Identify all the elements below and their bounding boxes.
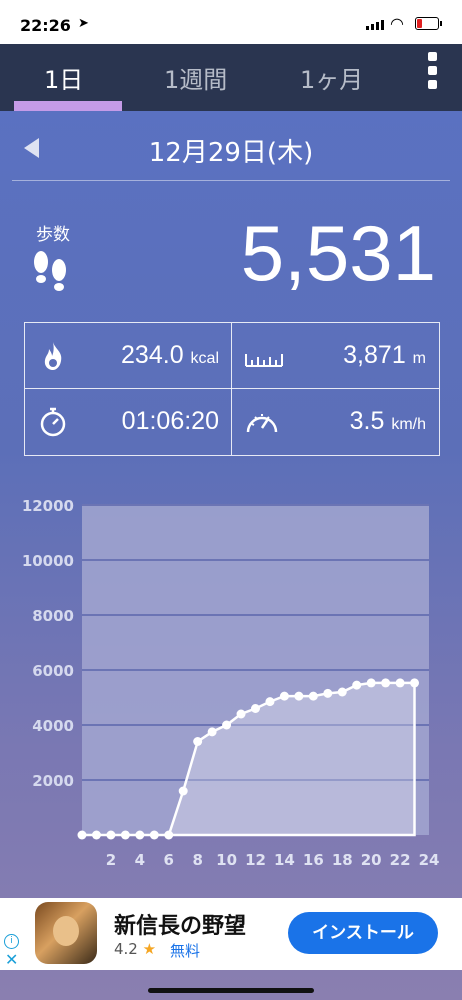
chart-data-point [135, 830, 145, 840]
flame-icon [44, 342, 62, 370]
distance-cell: 3,871 m [232, 323, 438, 388]
x-tick-label: 24 [419, 851, 440, 869]
x-tick-label: 14 [274, 851, 295, 869]
chart-data-point [77, 830, 87, 840]
y-tick-label: 10000 [22, 552, 74, 570]
ad-banner[interactable]: i ✕ 新信長の野望 4.2 ★ 無料 インストール [0, 898, 462, 970]
divider [12, 180, 450, 181]
x-tick-label: 12 [245, 851, 266, 869]
distance-unit: m [412, 350, 426, 367]
chart-data-point [265, 697, 275, 707]
chart-data-point [308, 691, 318, 701]
x-tick-label: 16 [303, 851, 324, 869]
chart-data-point [251, 704, 260, 713]
x-tick-label: 8 [192, 851, 202, 869]
active-tab-indicator [14, 101, 122, 111]
duration-cell: 01:06:20 [25, 389, 231, 454]
ad-close-icon[interactable]: ✕ [5, 950, 18, 969]
chart-data-point [207, 727, 217, 737]
chart-data-point [323, 688, 333, 698]
calories-cell: 234.0 kcal [25, 323, 231, 388]
tab-day[interactable]: 1日 [44, 60, 83, 95]
speed-cell: 3.5 km/h [232, 389, 438, 454]
chart-data-point [410, 678, 420, 688]
wifi-icon: ◠ [390, 14, 404, 33]
tab-week[interactable]: 1週間 [164, 60, 227, 95]
speed-value: 3.5 [349, 407, 385, 435]
more-menu-icon[interactable] [428, 52, 437, 89]
y-tick-label: 6000 [32, 662, 74, 680]
x-tick-label: 20 [361, 851, 382, 869]
ad-app-icon[interactable] [35, 902, 97, 964]
stats-grid: 234.0 kcal 3,871 m 01:06:20 3.5 km/h [24, 322, 440, 456]
steps-count: 5,531 [240, 209, 436, 297]
y-tick-label: 2000 [32, 772, 74, 790]
chart-data-point [178, 786, 188, 796]
y-tick-label: 8000 [32, 607, 74, 625]
chart-data-point [366, 678, 376, 688]
chart-data-point [106, 830, 116, 840]
chart-data-point [352, 680, 362, 690]
chart-data-point [236, 709, 246, 719]
current-date: 12月29日(木) [148, 138, 314, 168]
ruler-icon [245, 354, 283, 367]
star-icon: ★ [142, 940, 157, 958]
status-time: 22:26 [20, 16, 71, 35]
chart-data-point [149, 830, 159, 840]
speedometer-icon [246, 414, 278, 433]
ad-app-title[interactable]: 新信長の野望 [114, 908, 246, 940]
home-indicator[interactable] [148, 988, 314, 993]
chart-data-point [222, 720, 232, 730]
y-tick-label: 4000 [32, 717, 74, 735]
ad-rating: 4.2 ★ [114, 940, 156, 958]
tab-month[interactable]: 1ヶ月 [300, 60, 363, 95]
chart-data-point [91, 830, 101, 840]
chart-data-point [337, 687, 347, 697]
signal-icon [366, 20, 384, 30]
battery-icon [415, 17, 442, 30]
calories-value: 234.0 [121, 341, 184, 369]
ad-rating-value: 4.2 [114, 940, 138, 958]
date-navigator: 12月29日(木) [0, 126, 462, 176]
x-tick-label: 4 [135, 851, 145, 869]
x-tick-label: 10 [216, 851, 237, 869]
install-button[interactable]: インストール [288, 912, 438, 954]
chart-data-point [193, 737, 203, 746]
chart-data-point [279, 691, 289, 701]
x-tick-label: 18 [332, 851, 353, 869]
y-tick-label: 12000 [22, 497, 74, 515]
x-tick-label: 2 [106, 851, 116, 869]
status-bar: 22:26 ➤ ◠ [0, 0, 462, 44]
stopwatch-icon [40, 407, 66, 437]
distance-value: 3,871 [343, 341, 406, 369]
duration-value: 01:06:20 [121, 407, 219, 435]
chart-data-point [164, 830, 174, 840]
location-icon: ➤ [78, 16, 89, 31]
speed-unit: km/h [391, 416, 426, 433]
x-tick-label: 22 [390, 851, 411, 869]
calories-unit: kcal [190, 350, 219, 367]
x-tick-label: 6 [164, 851, 174, 869]
steps-label: 歩数 [36, 225, 70, 245]
ad-info-icon[interactable]: i [4, 934, 19, 949]
ad-price: 無料 [170, 942, 201, 960]
chart-data-point [395, 678, 405, 688]
chart-data-point [120, 830, 130, 840]
steps-chart: 200040006000800010000120002 4 6 8 10 12 14 16 18… [22, 497, 440, 869]
footprints-icon [34, 251, 66, 291]
chart-data-point [294, 691, 304, 701]
chart-data-point [381, 678, 391, 688]
